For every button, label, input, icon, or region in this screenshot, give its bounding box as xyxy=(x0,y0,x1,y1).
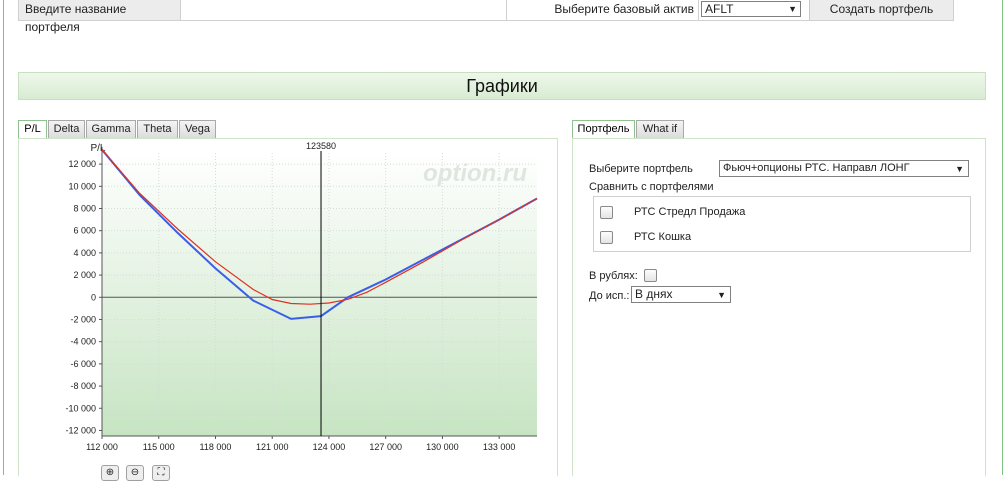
page-frame-left xyxy=(3,0,4,475)
y-tick-label: 8 000 xyxy=(73,203,96,213)
portfolio-select-value: Фьюч+опционы РТС. Направл ЛОНГ xyxy=(723,162,910,174)
tab-gamma[interactable]: Gamma xyxy=(86,120,136,138)
cursor-label: 123580 xyxy=(306,141,336,151)
portfolio-name-input[interactable] xyxy=(181,0,507,20)
portfolio-panel: Выберите портфель Фьюч+опционы РТС. Напр… xyxy=(572,138,986,476)
create-portfolio-button[interactable]: Создать портфель xyxy=(809,0,953,20)
compare-checkbox-koshka[interactable] xyxy=(600,231,613,244)
y-tick-label: -2 000 xyxy=(70,314,96,324)
chart-panel: 12 000 10 000 8 000 6 000 4 000 2 000 0 -2 000 -… xyxy=(18,138,558,476)
y-tick-label: -8 000 xyxy=(70,381,96,391)
select-portfolio-label: Выберите портфель xyxy=(589,163,693,175)
y-tick-label: 6 000 xyxy=(73,226,96,236)
expiry-label: До исп.: xyxy=(589,290,630,302)
chart-tabs: P/L Delta Gamma Theta Vega xyxy=(18,120,218,139)
y-tick-label: -10 000 xyxy=(65,403,96,413)
zoom-reset-icon: ⛶ xyxy=(157,467,165,478)
zoom-out-button[interactable]: ⊖ xyxy=(126,465,144,481)
portfolio-name-label: Введите название портфеля xyxy=(19,0,181,34)
zoom-out-icon: ⊖ xyxy=(130,467,140,478)
y-tick-label: -12 000 xyxy=(65,425,96,435)
expiry-select[interactable]: В днях ▼ xyxy=(631,286,731,303)
tab-delta[interactable]: Delta xyxy=(48,120,85,138)
tab-theta[interactable]: Theta xyxy=(137,120,178,138)
x-tick-label: 133 000 xyxy=(483,442,516,452)
dropdown-arrow-icon: ▼ xyxy=(717,290,726,300)
compare-item-label: РТС Кошка xyxy=(634,231,692,243)
expiry-select-value: В днях xyxy=(635,287,673,301)
x-tick-label: 130 000 xyxy=(426,442,459,452)
tab-portfolio[interactable]: Портфель xyxy=(572,120,635,138)
x-tick-label: 118 000 xyxy=(200,442,232,452)
zoom-in-icon: ⊕ xyxy=(105,467,115,478)
zoom-in-button[interactable]: ⊕ xyxy=(101,465,119,481)
pl-chart[interactable]: 12 000 10 000 8 000 6 000 4 000 2 000 0 -2 000 -… xyxy=(19,139,557,476)
section-title: Графики xyxy=(18,72,986,100)
portfolio-select[interactable]: Фьюч+опционы РТС. Направл ЛОНГ ▼ xyxy=(719,160,969,177)
zoom-reset-button[interactable]: ⛶ xyxy=(152,465,170,481)
compare-item-label: РТС Стредл Продажа xyxy=(634,206,746,218)
y-tick-label: -6 000 xyxy=(70,359,96,369)
x-tick-label: 121 000 xyxy=(256,442,289,452)
y-tick-label: 2 000 xyxy=(73,270,96,280)
compare-label: Сравнить с портфелями xyxy=(589,181,714,193)
watermark: option.ru xyxy=(423,160,527,187)
y-tick-label: 0 xyxy=(91,292,96,302)
x-tick-label: 127 000 xyxy=(369,442,402,452)
plot-background xyxy=(102,153,537,436)
dropdown-arrow-icon: ▼ xyxy=(788,4,797,14)
tab-pl[interactable]: P/L xyxy=(18,120,47,138)
compare-checkbox-straddle[interactable] xyxy=(600,206,613,219)
compare-list: РТС Стредл Продажа РТС Кошка xyxy=(593,196,971,252)
tab-vega[interactable]: Vega xyxy=(179,120,216,138)
rubles-checkbox[interactable] xyxy=(644,269,657,282)
x-tick-label: 124 000 xyxy=(313,442,346,452)
y-tick-label: -4 000 xyxy=(70,337,96,347)
portfolio-form-row: Введите название портфеля Выберите базов… xyxy=(18,0,954,34)
x-tick-label: 115 000 xyxy=(143,442,175,452)
rubles-label: В рублях: xyxy=(589,270,638,282)
x-tick-label: 112 000 xyxy=(86,442,118,452)
y-tick-label: 4 000 xyxy=(73,248,96,258)
y-tick-label: 12 000 xyxy=(68,159,96,169)
base-asset-value: AFLT xyxy=(705,2,734,16)
portfolio-tabs: Портфель What if xyxy=(572,120,722,139)
y-tick-label: 10 000 xyxy=(68,181,96,191)
base-asset-label: Выберите базовый актив xyxy=(507,0,699,20)
base-asset-select[interactable]: AFLT ▼ xyxy=(701,1,801,17)
page-frame-right xyxy=(1002,0,1003,475)
tab-what-if[interactable]: What if xyxy=(636,120,684,138)
dropdown-arrow-icon: ▼ xyxy=(955,164,964,174)
